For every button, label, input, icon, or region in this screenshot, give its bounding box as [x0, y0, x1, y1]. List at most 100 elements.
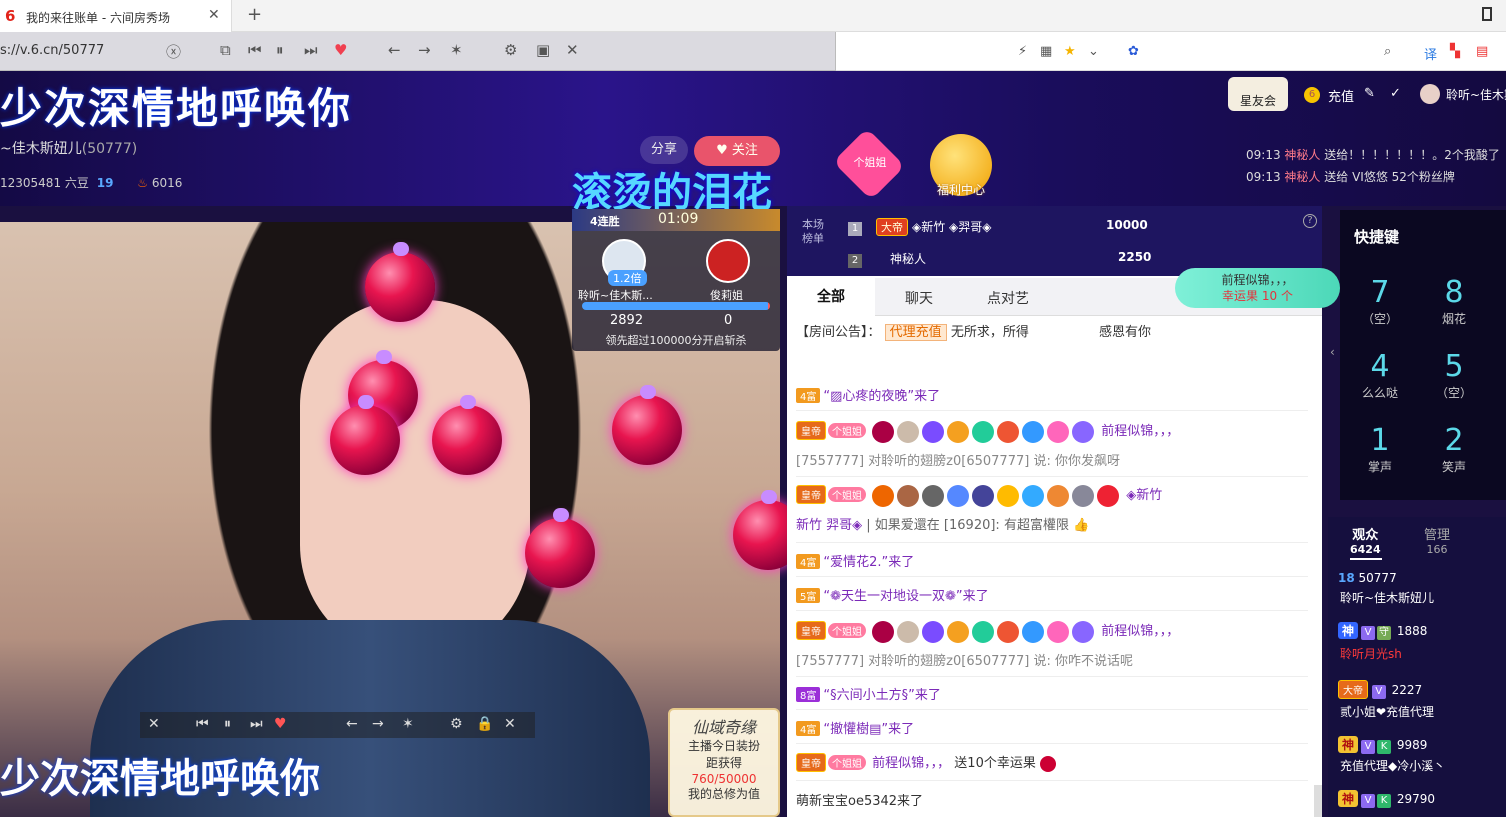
- divider: [796, 476, 1308, 477]
- chat-username[interactable]: ◈新竹: [1126, 488, 1162, 503]
- shortcut-4[interactable]: 4 么么哒: [1352, 350, 1408, 401]
- shortcut-title: 快捷键: [1354, 228, 1400, 246]
- chat-message: 4富 “▨心疼的夜晚”来了: [796, 385, 940, 404]
- audience-row[interactable]: 神VK 29790: [1338, 790, 1435, 808]
- audience-row[interactable]: 神VK 9989: [1338, 736, 1427, 754]
- chat-username[interactable]: 前程似锦，，，: [1101, 424, 1179, 439]
- next-icon[interactable]: ⏭: [250, 716, 263, 732]
- audience-name[interactable]: 聆听月光sh: [1340, 645, 1402, 662]
- new-tab-icon[interactable]: +: [247, 4, 262, 25]
- chat-message-body: [7557777] 对聆听的翅膀z0[6507777] 说: 你咋不说话呢: [796, 654, 1133, 669]
- rank-row[interactable]: 2 神秘人 2250: [848, 250, 1151, 268]
- qr-icon[interactable]: ▦: [1040, 44, 1052, 59]
- ranking-label[interactable]: 本场榜单: [802, 218, 828, 246]
- chevron-left-icon[interactable]: ‹: [1330, 345, 1335, 359]
- pk-streak: 4连胜: [590, 215, 620, 228]
- pip-icon[interactable]: ⧉: [220, 41, 231, 59]
- user-name[interactable]: 聆听~佳木斯: [1446, 86, 1506, 103]
- pk-panel: 4连胜 01:09 1.2倍 聆听~佳木斯... 俊莉姐 2892 0 领先超过…: [572, 209, 780, 351]
- pin-icon[interactable]: ✶: [402, 716, 414, 732]
- audience-row[interactable]: 大帝 V 2227: [1338, 680, 1422, 699]
- apps-icon[interactable]: ▚: [1450, 44, 1460, 59]
- close-icon[interactable]: ✕: [504, 716, 516, 732]
- chat-message-body: 新竹 羿哥◈ | 如果爱還在 [16920]: 有超富權限 👍: [796, 518, 1090, 533]
- lock-icon[interactable]: ▣: [536, 41, 550, 59]
- pin-icon[interactable]: ✶: [450, 41, 463, 59]
- browser-tab[interactable]: 6 我的来往账单 - 六间房秀场 ✕: [0, 0, 232, 32]
- pk-right-avatar[interactable]: [706, 239, 750, 283]
- tab-admins[interactable]: 管理 166: [1424, 524, 1450, 556]
- edit-icon[interactable]: ✎: [1364, 86, 1375, 101]
- tab-audience[interactable]: 观众 6424: [1350, 524, 1381, 556]
- heart-icon[interactable]: ♥: [334, 41, 347, 59]
- chevron-down-icon[interactable]: ⌄: [1088, 44, 1099, 59]
- anchor-name[interactable]: ~佳木斯妞儿(50777): [0, 138, 137, 158]
- url-text[interactable]: s://v.6.cn/50777: [0, 43, 104, 58]
- audience-name[interactable]: 充值代理◆冷小溪丶: [1340, 757, 1445, 774]
- chat-message: 皇帝 个姐姐 前程似锦，，， 送10个幸运果: [796, 752, 1056, 772]
- fans-count: 6016: [151, 176, 183, 190]
- apple-gift-icon: [365, 242, 435, 322]
- apple-gift-icon: [525, 508, 595, 588]
- forward-arrow-icon[interactable]: →: [372, 716, 384, 732]
- chat-message: 4富 “爱情花2.”来了: [796, 551, 914, 570]
- pause-icon[interactable]: ⏸: [224, 716, 231, 732]
- lucky-fruit-banner[interactable]: 前程似锦，，， 幸运果 10 个: [1175, 268, 1340, 308]
- avatar[interactable]: [1420, 84, 1440, 104]
- divider: [796, 542, 1308, 543]
- forward-arrow-icon[interactable]: →: [418, 41, 431, 59]
- close-tab-icon[interactable]: ✕: [208, 7, 220, 23]
- star-icon[interactable]: ★: [1064, 44, 1076, 59]
- lock-icon[interactable]: 🔒: [476, 716, 493, 732]
- next-icon[interactable]: ⏭: [304, 41, 318, 59]
- shortcut-5[interactable]: 5 （空）: [1426, 350, 1482, 401]
- audience-row[interactable]: 18 50777: [1338, 571, 1397, 585]
- heart-badge-label: 个姐姐: [853, 156, 887, 169]
- chat-message: 皇帝 个姐姐 ◈新竹: [796, 484, 1162, 507]
- close-circle-icon[interactable]: ⓧ: [166, 41, 181, 62]
- prev-icon[interactable]: ⏮: [196, 716, 209, 732]
- xianyu-line2: 距获得: [705, 756, 742, 770]
- audience-name[interactable]: 聆听~佳木斯妞儿: [1340, 589, 1434, 606]
- chat-scrollbar[interactable]: [1314, 785, 1322, 817]
- check-icon[interactable]: ✓: [1390, 86, 1401, 101]
- rank-row[interactable]: 1 大帝 ◈新竹 ◈羿哥◈ 10000: [848, 218, 1148, 236]
- shortcut-2[interactable]: 2 笑声: [1426, 424, 1482, 475]
- chat-message: 萌新宝宝oe5342来了: [796, 794, 924, 809]
- xianyu-panel[interactable]: 仙域奇缘 主播今日装扮 距获得 760/50000 我的总修为值: [668, 708, 780, 817]
- window-restore-icon[interactable]: [1482, 7, 1492, 21]
- charge-link[interactable]: 充值: [1328, 86, 1354, 105]
- chat-message: 4富 “撤懽樹▤”来了: [796, 718, 914, 737]
- xianyu-progress: 760/50000: [691, 772, 757, 786]
- anchor-stats: 12305481 六豆 19 ♨ 6016: [0, 174, 182, 191]
- help-icon[interactable]: ?: [1303, 214, 1317, 228]
- chat-username[interactable]: 前程似锦，，，: [1101, 624, 1179, 639]
- pk-multiplier: 1.2倍: [608, 270, 647, 286]
- coin-icon: 6: [1304, 86, 1320, 103]
- search-icon[interactable]: ⌕: [1384, 44, 1391, 59]
- close-icon[interactable]: ✕: [148, 716, 160, 732]
- shortcut-8[interactable]: 8 烟花: [1426, 276, 1482, 327]
- shortcut-7[interactable]: 7 （空）: [1352, 276, 1408, 327]
- back-arrow-icon[interactable]: ←: [346, 716, 358, 732]
- header-lyric: 少次深情地呼唤你: [0, 84, 353, 133]
- tab-chat[interactable]: 聊天: [905, 288, 933, 308]
- translate-icon[interactable]: 译: [1424, 44, 1437, 63]
- gear-icon[interactable]: ⚙: [504, 41, 517, 59]
- xingyou-button[interactable]: 星友会: [1228, 77, 1288, 111]
- welfare-center-label[interactable]: 福利中心: [928, 181, 994, 198]
- audience-row[interactable]: 神V守 1888: [1338, 622, 1427, 640]
- gear-icon[interactable]: ⚙: [450, 716, 463, 732]
- apple-gift-icon: [432, 395, 502, 475]
- lightning-icon[interactable]: ⚡: [1018, 44, 1027, 59]
- pdf-icon[interactable]: ▤: [1476, 44, 1488, 59]
- pause-icon[interactable]: ⏸: [276, 41, 284, 59]
- tab-all[interactable]: 全部: [787, 278, 875, 316]
- close-icon[interactable]: ✕: [566, 41, 579, 59]
- audience-name[interactable]: 贰小姐❤充值代理: [1340, 703, 1434, 720]
- back-arrow-icon[interactable]: ←: [388, 41, 401, 59]
- tab-songs[interactable]: 点对艺: [987, 288, 1029, 308]
- shortcut-1[interactable]: 1 掌声: [1352, 424, 1408, 475]
- heart-icon[interactable]: ♥: [274, 716, 287, 732]
- prev-icon[interactable]: ⏮: [248, 41, 262, 59]
